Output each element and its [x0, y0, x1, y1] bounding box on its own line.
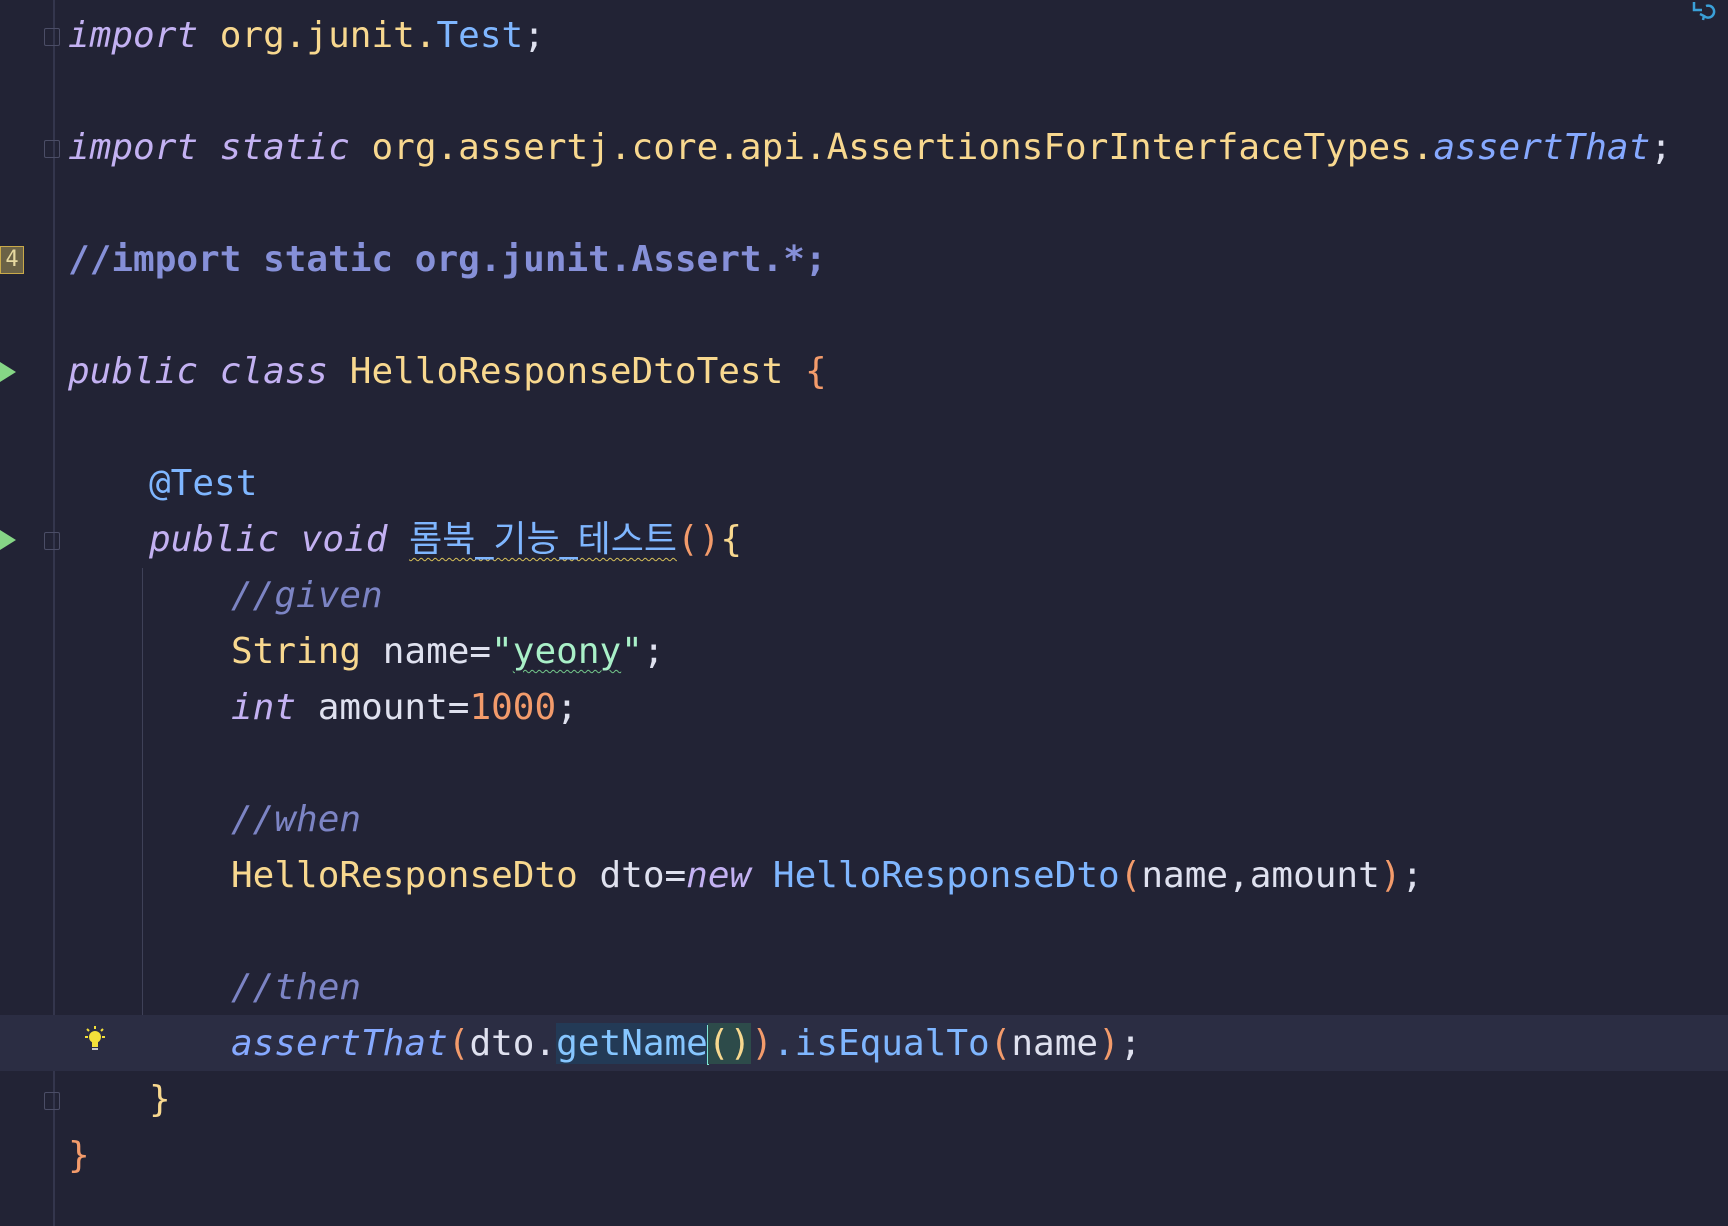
- lightbulb-icon[interactable]: [84, 1026, 106, 1054]
- code-editor[interactable]: 4 import org.junit.Test; import static o…: [0, 0, 1728, 1226]
- constructor-call: HelloResponseDto: [772, 855, 1120, 896]
- parenthesis: ): [1098, 1023, 1120, 1064]
- fold-marker-icon[interactable]: [44, 140, 60, 158]
- package-name: org.assertj.core.api.AssertionsForInterf…: [371, 127, 1434, 168]
- number-literal: 1000: [469, 687, 557, 728]
- code-line[interactable]: import static org.assertj.core.api.Asser…: [68, 120, 1672, 176]
- code-line[interactable]: public void 롬북_기능_테스트(){: [149, 512, 742, 568]
- punctuation: ;: [642, 631, 665, 672]
- code-line[interactable]: }: [149, 1072, 171, 1128]
- code-line[interactable]: //import static org.junit.Assert.*;: [68, 232, 827, 288]
- keyword: class: [219, 351, 329, 392]
- fold-marker-icon[interactable]: [44, 532, 60, 550]
- punctuation: ;: [1119, 1023, 1142, 1064]
- punctuation: ;: [523, 15, 545, 56]
- code-line[interactable]: String name="yeony";: [231, 624, 665, 680]
- punctuation: ;: [1650, 127, 1672, 168]
- run-test-icon[interactable]: [0, 530, 16, 550]
- arguments: name,amount: [1141, 855, 1380, 896]
- string-quote: ": [621, 631, 643, 672]
- code-line[interactable]: import org.junit.Test;: [68, 8, 545, 64]
- keyword: import: [68, 127, 199, 168]
- method-call: .isEqualTo: [772, 1023, 990, 1064]
- type-name: String: [231, 631, 362, 672]
- annotation: @Test: [149, 463, 258, 504]
- brace: {: [804, 351, 827, 392]
- keyword: new: [686, 855, 752, 896]
- code-line[interactable]: @Test: [149, 456, 257, 512]
- string-literal: yeony: [512, 631, 622, 672]
- parenthesis: ): [751, 1023, 773, 1064]
- parentheses: (): [676, 519, 721, 560]
- package-name: org.junit.: [219, 15, 437, 56]
- code-line[interactable]: HelloResponseDto dto=new HelloResponseDt…: [231, 848, 1423, 904]
- keyword: int: [231, 687, 297, 728]
- brace: }: [149, 1079, 171, 1120]
- parenthesis: (: [447, 1023, 470, 1064]
- type-name: HelloResponseDto: [231, 855, 578, 896]
- argument: name: [1011, 1023, 1099, 1064]
- code-line[interactable]: //when: [231, 792, 361, 848]
- string-quote: ": [491, 631, 513, 672]
- parenthesis: (: [989, 1023, 1012, 1064]
- variable-assign: amount=: [317, 687, 470, 728]
- keyword: static: [219, 127, 350, 168]
- code-line[interactable]: }: [68, 1128, 90, 1184]
- comment: //given: [231, 575, 383, 616]
- refresh-sync-icon[interactable]: [1688, 0, 1720, 22]
- variable-assign: dto=: [599, 855, 687, 896]
- static-method: assertThat: [1433, 127, 1651, 168]
- change-count-badge[interactable]: 4: [0, 246, 24, 274]
- keyword: public: [149, 519, 280, 560]
- method-call-highlighted: getName: [556, 1023, 708, 1064]
- punctuation: ;: [1401, 855, 1424, 896]
- brace: }: [68, 1135, 90, 1176]
- brace: {: [720, 519, 743, 560]
- code-line-current[interactable]: assertThat(dto.getName()).isEqualTo(name…: [231, 1016, 1141, 1072]
- class-name: HelloResponseDtoTest: [349, 351, 784, 392]
- run-class-icon[interactable]: [0, 362, 16, 382]
- fold-marker-icon[interactable]: [44, 1092, 60, 1110]
- comment: //import static org.junit.Assert.*;: [68, 239, 827, 280]
- static-method-call: assertThat: [231, 1023, 448, 1064]
- code-line[interactable]: public class HelloResponseDtoTest {: [68, 344, 827, 400]
- variable-assign: name=: [382, 631, 492, 672]
- keyword: void: [300, 519, 388, 560]
- keyword: import: [68, 15, 199, 56]
- fold-marker-icon[interactable]: [44, 28, 60, 46]
- parenthesis: ): [1379, 855, 1402, 896]
- keyword: public: [68, 351, 199, 392]
- indent-guide: [142, 568, 143, 1070]
- matched-paren-close: ): [729, 1023, 752, 1064]
- object-ref: dto.: [469, 1023, 557, 1064]
- code-line[interactable]: //given: [231, 568, 383, 624]
- parenthesis: (: [1119, 855, 1142, 896]
- comment: //when: [231, 799, 362, 840]
- method-name: 롬북_기능_테스트: [409, 519, 677, 560]
- comment: //then: [231, 967, 362, 1008]
- class-reference: Test: [436, 15, 524, 56]
- punctuation: ;: [556, 687, 578, 728]
- code-line[interactable]: //then: [231, 960, 361, 1016]
- code-line[interactable]: int amount=1000;: [231, 680, 578, 736]
- matched-paren-open: (: [707, 1023, 730, 1064]
